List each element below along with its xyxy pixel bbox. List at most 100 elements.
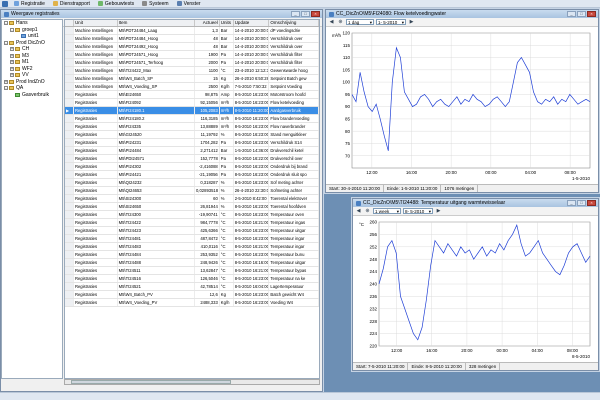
column-header[interactable]: Update — [234, 20, 270, 26]
table-row[interactable]: Registraties M5\PI24421 -21,19056 Pa 8-5-201… — [65, 171, 319, 179]
maximize-button[interactable]: □ — [577, 11, 586, 17]
folder-icon — [15, 27, 20, 32]
table-row[interactable]: Registraties M5\PI24302 -2,416088 Pa 8-5-201… — [65, 163, 319, 171]
table-row[interactable]: Registraties M5\TI24422 984,7778 °C 8-5-2010… — [65, 219, 319, 227]
tree-node[interactable]: Gasverbruik — [2, 92, 62, 99]
table-cell: M5\TI24516 — [118, 275, 195, 282]
scrollbar-thumb[interactable] — [71, 380, 231, 384]
date-picker[interactable]: 8- 5-2010 ▾ — [403, 208, 433, 214]
expand-toggle-icon[interactable]: - — [4, 21, 8, 26]
table-row[interactable]: Registraties M5\EI24650 98,875 Amp 8-5-2010 … — [65, 91, 319, 99]
menu-dienstrapport[interactable]: Dienstrapport — [49, 0, 94, 8]
table-row[interactable]: ▶ Registraties M5\FI24180.1 105,2083 m³/h 8-5… — [65, 107, 319, 115]
table-cell: M5\FI24180.1 — [117, 107, 195, 114]
table-row[interactable]: Registraties M5\PDI24571 152,7778 Pa 8-5-201… — [65, 155, 319, 163]
next-icon[interactable]: ▶ — [435, 208, 442, 215]
menu-gebouwtests[interactable]: Gebouwtests — [94, 0, 138, 8]
table-row[interactable]: Registraties M5\SI24300 60% 2-5-2010 8:42:0… — [65, 195, 319, 203]
chart1-titlebar[interactable]: CC_DicZnO\M5\FI24080: Flow ketelvoedingw… — [326, 10, 598, 18]
folder-icon — [9, 40, 14, 45]
table-row[interactable]: Registraties M5\QI24653 0,02893518% 26-4-20… — [65, 187, 319, 195]
table-cell — [65, 219, 74, 226]
table-row[interactable]: Registraties M5\TI24516 126,5046 °C 8-5-2010… — [65, 275, 319, 283]
table-cell — [65, 227, 74, 234]
column-header[interactable]: Unit — [74, 20, 118, 26]
interval-select[interactable]: 1 week ▾ — [373, 208, 401, 214]
y-tick-label: 248 — [369, 257, 377, 262]
menu-systeem[interactable]: Systeem — [138, 0, 172, 8]
expand-toggle-icon[interactable]: + — [10, 73, 14, 78]
table-row[interactable]: Registraties M5\GI24520 11,19792% 8-5-2010 … — [65, 131, 319, 139]
table-row[interactable]: Registraties M5\TI24483 410,0116 °C 8-5-2010… — [65, 243, 319, 251]
table-row[interactable]: Registraties M5\PI24484 2,271412 Bar 1-5-201… — [65, 147, 319, 155]
column-header[interactable]: Item — [118, 20, 195, 26]
table-row[interactable]: Machine Instellingen M5\W4_Batch_SP 15 Kg 26… — [65, 75, 319, 83]
table-row[interactable]: Registraties M5\TI24488 248,9426 °C 8-5-2010… — [65, 259, 319, 267]
unit-tree[interactable]: - Hans - groep1 unit1- Prod DicZnO + CH + M3 + M1 + W… — [1, 19, 63, 379]
x-tick-label: 00:00 — [485, 170, 497, 175]
expand-toggle-icon[interactable]: + — [4, 79, 8, 84]
table-row[interactable]: Registraties M5\FI24335 13,88889 m³/h 8-5-20… — [65, 123, 319, 131]
close-button[interactable]: × — [587, 11, 596, 17]
chart2-titlebar[interactable]: CC_DicZnO\M5\TI24488: Temperatuur uitgan… — [353, 199, 598, 207]
date-picker[interactable]: 1- 5-2010 ▾ — [376, 19, 406, 25]
expand-toggle-icon[interactable]: + — [10, 53, 14, 58]
menu-venster[interactable]: Venster — [173, 0, 205, 8]
expand-toggle-icon[interactable]: - — [4, 40, 8, 45]
next-icon[interactable]: ▶ — [408, 19, 415, 26]
maximize-button[interactable]: □ — [577, 200, 586, 206]
minimize-button[interactable]: _ — [291, 11, 300, 17]
column-header[interactable] — [65, 20, 74, 26]
expand-toggle-icon[interactable]: - — [4, 86, 8, 91]
expand-toggle-icon[interactable]: + — [10, 47, 14, 52]
expand-toggle-icon[interactable]: + — [10, 60, 14, 65]
interval-select[interactable]: 1 dag ▾ — [346, 19, 374, 25]
table-row[interactable]: Registraties M5\FI24092 92,15056 m³/h 8-5-20… — [65, 99, 319, 107]
table-row[interactable]: Registraties M5\SI24650 26,81944% 8-5-2010 … — [65, 203, 319, 211]
horizontal-scrollbar[interactable] — [64, 379, 320, 385]
column-header[interactable]: Actueel — [195, 20, 220, 26]
flow-chart[interactable]: 70 75 80 85 90 95 100 105 110 115 120 12:00 16:00 20:… — [326, 27, 598, 184]
table-row[interactable]: Registraties M5\TI24521 42,78514 °C 8-5-2010… — [65, 283, 319, 291]
expand-toggle-icon[interactable]: + — [10, 66, 14, 71]
back-icon[interactable]: ◀ — [328, 19, 335, 26]
table-cell — [65, 75, 74, 82]
table-row[interactable]: Registraties M5\TI24481 487,8472 °C 8-5-2010… — [65, 235, 319, 243]
menu-registratie[interactable]: Registratie — [10, 0, 49, 8]
table-cell: dP voedingsdrie — [269, 27, 319, 34]
y-tick-label: 75 — [345, 141, 351, 146]
maximize-button[interactable]: □ — [301, 11, 310, 17]
table-cell: 13,62847 — [195, 267, 220, 274]
table-row[interactable]: Registraties M5\PI24231 1704,282 Pa 8-5-2010… — [65, 139, 319, 147]
table-row[interactable]: Registraties M5\W4_Voeding_PV 2488,333 Kg/h… — [65, 299, 319, 307]
table-row[interactable]: Machine Instellingen M5\PDT24571_Hoog 1900… — [65, 51, 319, 59]
zoom-icon[interactable]: ⊕ — [364, 208, 371, 215]
minimize-button[interactable]: _ — [567, 200, 576, 206]
table-row[interactable]: Machine Instellingen M5\W4_Voeding_SP 2500… — [65, 83, 319, 91]
registrations-titlebar[interactable]: Weergave registraties _ □ × — [1, 10, 322, 18]
table-cell: Registraties — [74, 227, 118, 234]
column-header[interactable]: Omschrijving — [269, 20, 319, 26]
table-row[interactable]: Registraties M5\TI24423 425,6366 °C 8-5-2010… — [65, 227, 319, 235]
table-row[interactable]: Machine Instellingen M5\PDT24571_Terhoog 2… — [65, 59, 319, 67]
table-row[interactable]: Registraties M5\W4_Batch_PV 12,6 Kg 8-5-2010… — [65, 291, 319, 299]
table-row[interactable]: Registraties M5\TI24484 253,9352 °C 8-5-2010… — [65, 251, 319, 259]
table-row[interactable]: Registraties M5\TI24300 -19,90741 °C 8-5-201… — [65, 211, 319, 219]
back-icon[interactable]: ◀ — [355, 208, 362, 215]
table-row[interactable]: Machine Instellingen M5\TI24422_Max 1100 °C… — [65, 67, 319, 75]
expand-toggle-icon[interactable]: - — [10, 27, 14, 32]
table-row[interactable]: Registraties M5\QI24232 0,318287% 8-5-2010 … — [65, 179, 319, 187]
zoom-icon[interactable]: ⊕ — [337, 19, 344, 26]
column-header[interactable]: Units — [220, 20, 234, 26]
chart-icon — [329, 11, 334, 17]
minimize-button[interactable]: _ — [567, 11, 576, 17]
table-row[interactable]: Machine Instellingen M5\PDT24484_Hoog 48 Ba… — [65, 35, 319, 43]
table-row[interactable]: Registraties M5\TI24511 13,62847 °C 8-5-2010… — [65, 267, 319, 275]
temperature-chart[interactable]: 220 224 228 232 236 240 244 248 252 256 260 12:00 16… — [353, 216, 598, 362]
table-row[interactable]: Registraties M5\FI24180.2 116,3185 m³/h 8-5-… — [65, 115, 319, 123]
table-cell: Onderdruk sluit spo — [269, 171, 319, 178]
table-row[interactable]: Machine Instellingen M5\PDT24492_Hoog 48 Ba… — [65, 43, 319, 51]
close-button[interactable]: × — [587, 200, 596, 206]
close-button[interactable]: × — [311, 11, 320, 17]
table-row[interactable]: Machine Instellingen M5\PDT24484_Laag 1,3 B… — [65, 27, 319, 35]
